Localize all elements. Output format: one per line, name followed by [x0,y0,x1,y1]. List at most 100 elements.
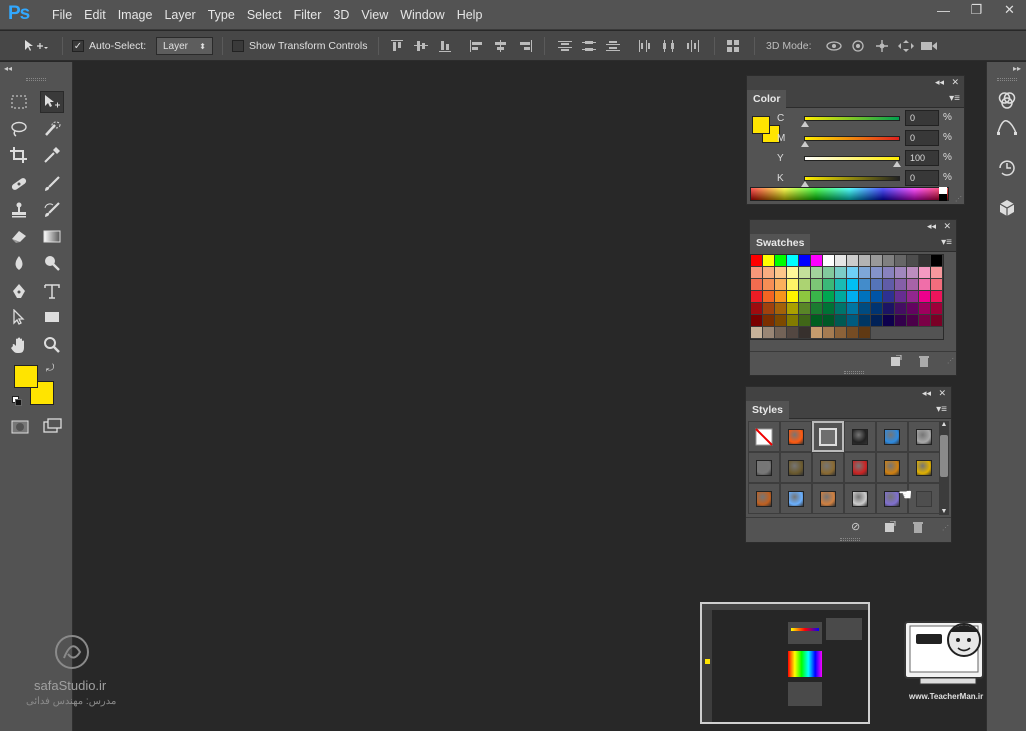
gradient-tool-icon[interactable] [40,225,64,247]
channel-slider-track[interactable] [801,115,900,127]
eraser-tool-icon[interactable] [7,225,31,247]
swatch[interactable] [883,315,895,327]
swatch[interactable] [895,303,907,315]
swatch[interactable] [835,303,847,315]
swatch[interactable] [811,291,823,303]
swatch[interactable] [835,291,847,303]
auto-select-checkbox[interactable]: ✓ Auto-Select: [72,31,146,61]
history-brush-tool-icon[interactable] [40,199,64,221]
scroll-down-icon[interactable]: ▼ [939,508,949,515]
swatch[interactable] [859,303,871,315]
swatch[interactable] [895,267,907,279]
gold-style[interactable] [908,452,940,483]
swatch[interactable] [787,267,799,279]
swatch[interactable] [859,255,871,267]
lasso-tool-icon[interactable] [7,118,31,140]
swatch[interactable] [787,303,799,315]
channel-value-input[interactable]: 0 [905,130,939,146]
swatch[interactable] [823,327,835,339]
auto-select-dropdown[interactable]: Layer ⬍ [156,31,213,61]
swatch[interactable] [763,267,775,279]
history-icon[interactable] [995,156,1019,180]
swatch[interactable] [871,291,883,303]
dodge-tool-icon[interactable] [40,252,64,274]
swatch[interactable] [775,291,787,303]
path-selection-tool-icon[interactable] [7,306,31,328]
copper-style[interactable] [748,483,780,514]
clear-style-icon[interactable]: ⊘ [851,520,860,533]
resize-grip-icon[interactable]: ⋰ [942,524,949,532]
swatch[interactable] [751,267,763,279]
distribute-bottom-icon[interactable] [606,40,620,52]
swatch[interactable] [907,255,919,267]
collapse-panel-icon[interactable]: ◂◂ [922,388,931,399]
channel-slider-track[interactable] [801,135,900,147]
quick-selection-tool-icon[interactable] [40,118,64,140]
restore-button[interactable]: ❐ [960,0,993,20]
menu-select[interactable]: Select [241,0,288,30]
swatch[interactable] [811,279,823,291]
swatch[interactable] [751,327,763,339]
bronze-style[interactable] [812,452,844,483]
swatch[interactable] [919,267,931,279]
swatch[interactable] [883,255,895,267]
clone-stamp-tool-icon[interactable] [7,199,31,221]
move-tool-preset-picker[interactable] [22,31,48,61]
dark-gradient-style[interactable] [748,452,780,483]
channel-slider-track[interactable] [801,175,900,187]
menu-3d[interactable]: 3D [327,0,355,30]
swatch[interactable] [823,303,835,315]
swatch[interactable] [823,267,835,279]
scroll-up-icon[interactable]: ▲ [939,421,949,428]
swatch[interactable] [847,291,859,303]
tools-grip[interactable] [26,78,46,81]
swatch[interactable] [751,279,763,291]
swatch[interactable] [763,315,775,327]
swatch[interactable] [847,303,859,315]
channel-slider-track[interactable] [804,155,901,167]
swatch[interactable] [835,255,847,267]
swatch[interactable] [811,255,823,267]
swatch[interactable] [811,303,823,315]
distribute-vcenter-icon[interactable] [582,40,596,52]
swatch[interactable] [919,279,931,291]
new-style-icon[interactable] [884,520,896,538]
swatch[interactable] [883,291,895,303]
close-panel-icon[interactable]: ✕ [943,221,951,232]
chrome-ball-style[interactable] [844,421,876,452]
pen-tool-icon[interactable] [7,280,31,302]
zoom-tool-icon[interactable] [40,334,64,356]
align-vcenter-icon[interactable] [414,40,428,52]
swatch[interactable] [847,315,859,327]
delete-style-icon[interactable] [912,520,924,538]
swatch[interactable] [811,267,823,279]
swatch[interactable] [871,303,883,315]
swatch[interactable] [931,267,943,279]
swatch[interactable] [811,315,823,327]
brush-tool-icon[interactable] [40,173,64,195]
empty-style[interactable] [908,483,940,514]
collapse-tools-icon[interactable]: ◂◂ [4,64,12,73]
panel-bottom-grip[interactable] [840,538,860,541]
panel-bottom-grip[interactable] [844,371,864,374]
swatch[interactable] [883,303,895,315]
hand-tool-icon[interactable] [7,334,31,356]
resize-grip-icon[interactable]: ⋰ [947,357,954,365]
swatch[interactable] [931,279,943,291]
distribute-hcenter-icon[interactable] [662,40,676,52]
minimize-button[interactable]: — [927,0,960,20]
swatch[interactable] [775,303,787,315]
swatch[interactable] [823,291,835,303]
swatch[interactable] [775,267,787,279]
resize-grip-icon[interactable]: ⋰ [955,195,962,203]
swatch[interactable] [883,279,895,291]
distribute-top-icon[interactable] [558,40,572,52]
channel-value-input[interactable]: 100 [905,150,939,166]
menu-image[interactable]: Image [112,0,159,30]
channel-slider-thumb[interactable] [801,180,809,187]
close-panel-icon[interactable]: ✕ [938,388,946,399]
swatch[interactable] [799,291,811,303]
healing-brush-tool-icon[interactable] [7,173,31,195]
swatch[interactable] [883,267,895,279]
align-top-icon[interactable] [390,40,404,52]
